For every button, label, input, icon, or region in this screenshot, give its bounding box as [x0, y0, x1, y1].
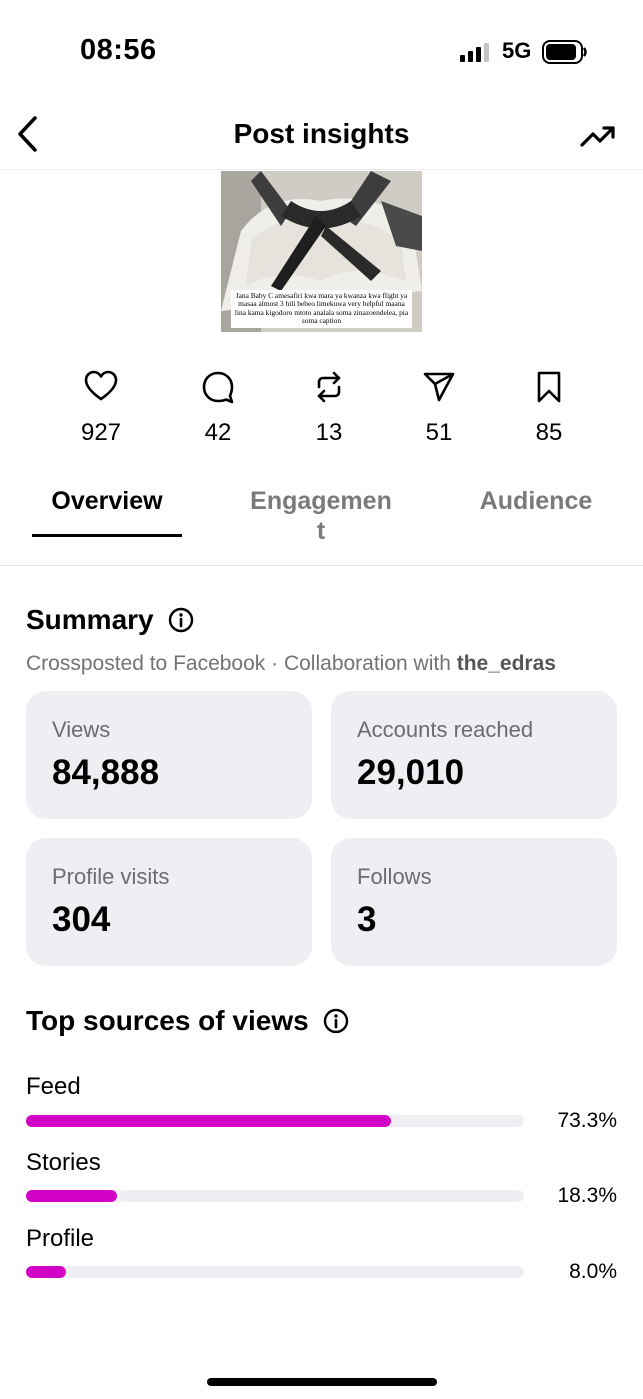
- collaborator-name[interactable]: the_edras: [457, 652, 556, 675]
- comments-count: 42: [204, 419, 232, 446]
- source-bar-feed: [26, 1115, 524, 1127]
- likes-count: 927: [80, 419, 122, 446]
- comments-stat: 42: [173, 370, 263, 447]
- repost-icon: [317, 371, 341, 403]
- comment-icon: [202, 371, 234, 404]
- saves-stat: 85: [504, 370, 594, 447]
- source-bar-stories: [26, 1190, 524, 1202]
- post-caption: Jana Baby C amesafiri kwa mara ya kwanza…: [231, 289, 412, 328]
- accounts-reached-card[interactable]: Accounts reached 29,010: [331, 691, 617, 819]
- card-value: 84,888: [52, 753, 160, 792]
- source-bar-profile: [26, 1266, 524, 1278]
- likes-stat: 927: [56, 370, 146, 447]
- engagement-stats: 927 42 13 51 85: [0, 370, 643, 460]
- card-label: Follows: [357, 864, 432, 889]
- tab-overview[interactable]: Overview: [32, 486, 182, 516]
- card-label: Accounts reached: [357, 717, 534, 742]
- info-icon[interactable]: [323, 1008, 349, 1034]
- post-thumbnail[interactable]: Jana Baby C amesafiri kwa mara ya kwanza…: [221, 171, 422, 332]
- heart-icon: [84, 370, 118, 401]
- summary-title: Summary: [26, 604, 154, 635]
- battery-icon: [542, 40, 587, 64]
- tab-engagement[interactable]: Engagemen t: [236, 486, 406, 546]
- follows-card[interactable]: Follows 3: [331, 838, 617, 966]
- card-value: 304: [52, 900, 111, 939]
- source-bar-fill: [26, 1266, 66, 1278]
- tab-engagement-label: Engagemen: [250, 487, 392, 515]
- views-card[interactable]: Views 84,888: [26, 691, 312, 819]
- source-label-feed: Feed: [26, 1073, 81, 1100]
- tab-audience[interactable]: Audience: [466, 486, 606, 516]
- source-bar-fill: [26, 1190, 118, 1202]
- sources-title: Top sources of views: [26, 1005, 309, 1036]
- profile-visits-card[interactable]: Profile visits 304: [26, 838, 312, 966]
- nav-header: Post insights: [0, 100, 643, 170]
- card-label: Profile visits: [52, 864, 170, 889]
- signal-bars-icon: [460, 43, 489, 62]
- status-bar: 08:56 5G: [0, 0, 643, 100]
- network-label: 5G: [502, 38, 532, 63]
- source-label-stories: Stories: [26, 1149, 101, 1176]
- source-percent-stories: 18.3%: [557, 1184, 617, 1207]
- shares-stat: 51: [394, 370, 484, 447]
- bookmark-icon: [537, 371, 561, 403]
- card-label: Views: [52, 717, 111, 742]
- summary-heading: Summary: [26, 604, 194, 636]
- summary-subtitle: Crossposted to Facebook · Collaboration …: [26, 652, 556, 676]
- card-value: 29,010: [357, 753, 465, 792]
- source-percent-feed: 73.3%: [557, 1109, 617, 1132]
- active-tab-indicator: [32, 534, 182, 537]
- source-bar-fill: [26, 1115, 392, 1127]
- saves-count: 85: [535, 419, 563, 446]
- card-value: 3: [357, 900, 377, 939]
- share-icon: [423, 372, 455, 402]
- insights-tabs: Overview Engagemen t Audience: [0, 478, 643, 566]
- sources-heading: Top sources of views: [26, 1005, 349, 1037]
- home-indicator: [207, 1378, 437, 1386]
- status-time: 08:56: [80, 34, 157, 66]
- trending-up-icon[interactable]: [576, 116, 620, 156]
- reposts-stat: 13: [284, 370, 374, 447]
- page-title: Post insights: [233, 118, 410, 149]
- source-percent-profile: 8.0%: [569, 1260, 617, 1283]
- crosspost-text: Crossposted to Facebook · Collaboration …: [26, 652, 457, 675]
- shares-count: 51: [425, 419, 453, 446]
- info-icon[interactable]: [168, 607, 194, 633]
- tab-engagement-label-wrap: t: [316, 517, 326, 545]
- reposts-count: 13: [315, 419, 343, 446]
- source-label-profile: Profile: [26, 1225, 95, 1252]
